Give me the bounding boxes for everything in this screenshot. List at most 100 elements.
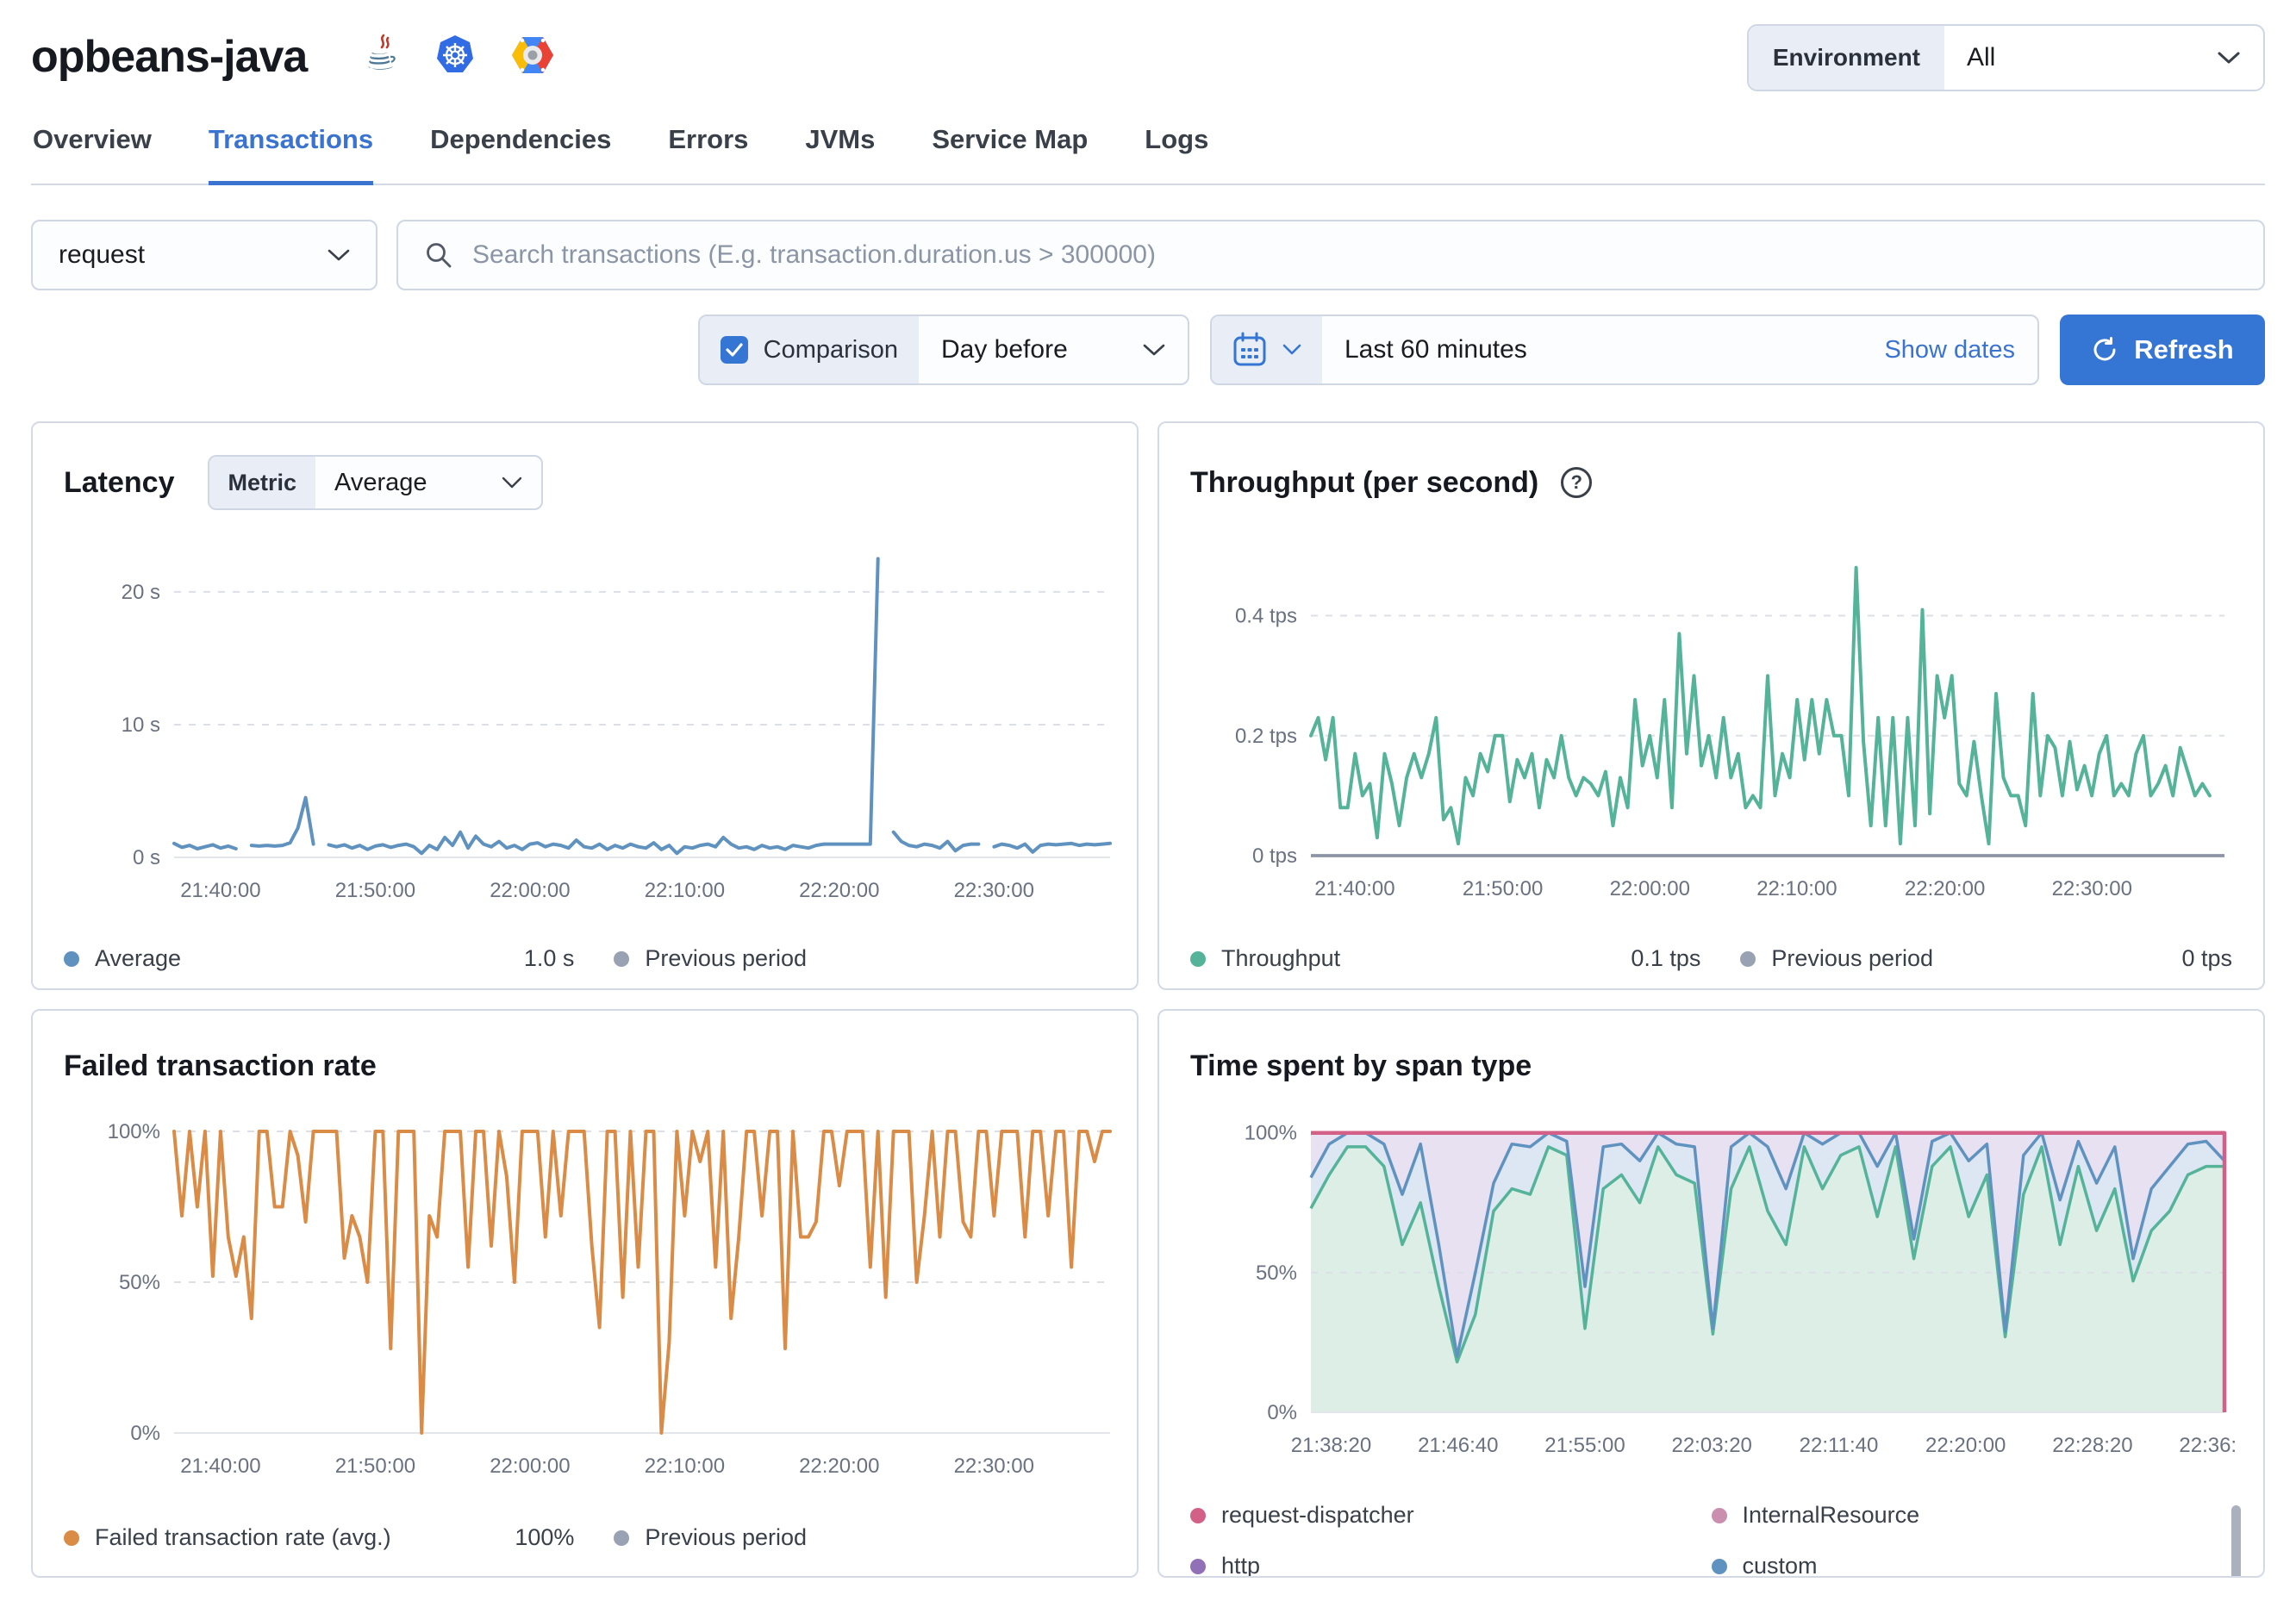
environment-value: All <box>1967 43 1996 72</box>
svg-text:22:03:20: 22:03:20 <box>1671 1434 1751 1457</box>
svg-text:20 s: 20 s <box>122 581 160 604</box>
legend-item[interactable]: Failed transaction rate (avg.) <box>64 1524 391 1551</box>
throughput-title: Throughput (per second) <box>1190 465 1539 499</box>
svg-text:22:00:00: 22:00:00 <box>490 879 570 902</box>
svg-text:21:40:00: 21:40:00 <box>180 879 260 902</box>
svg-text:22:20:00: 22:20:00 <box>799 1455 879 1478</box>
latency-chart[interactable]: 20 s 10 s 0 s 21:40:00 21:50:00 22:00:00 22:10… <box>64 525 1122 921</box>
legend-item[interactable]: request-dispatcher <box>1190 1502 1712 1529</box>
legend-item[interactable]: Previous period <box>614 1524 807 1551</box>
apm-service-page: opbeans-java Environment All Overview Tr… <box>0 0 2296 1578</box>
svg-text:50%: 50% <box>1256 1261 1297 1285</box>
refresh-button[interactable]: Refresh <box>2060 315 2265 385</box>
help-icon[interactable]: ? <box>1561 467 1593 498</box>
java-icon <box>362 34 400 81</box>
legend-item[interactable]: custom <box>1711 1553 2233 1576</box>
time-spent-legend: request-dispatcher InternalResource http… <box>1190 1502 2241 1576</box>
metric-label: Metric <box>209 457 316 508</box>
svg-text:22:10:00: 22:10:00 <box>645 1455 725 1478</box>
metric-value: Average <box>334 468 427 496</box>
refresh-label: Refresh <box>2134 334 2234 364</box>
svg-text:0%: 0% <box>1267 1401 1297 1424</box>
legend-item[interactable]: Previous period <box>1740 945 1933 972</box>
environment-label: Environment <box>1748 26 1944 90</box>
failed-rate-legend: Failed transaction rate (avg.) 100% Prev… <box>64 1524 1106 1551</box>
svg-text:22:10:00: 22:10:00 <box>1756 877 1837 900</box>
series-dot <box>614 1529 630 1546</box>
legend-item[interactable]: InternalResource <box>1711 1502 2233 1529</box>
series-dot <box>1711 1558 1727 1574</box>
page-title: opbeans-java <box>31 32 308 82</box>
series-dot <box>64 1529 79 1546</box>
tab-jvms[interactable]: JVMs <box>805 124 875 185</box>
date-picker-group: Last 60 minutes Show dates <box>1210 315 2039 385</box>
tab-overview[interactable]: Overview <box>33 124 152 185</box>
failed-rate-chart[interactable]: 100% 50% 0% 21:40:00 21:50:00 22:00:00 22:10:0… <box>64 1104 1122 1500</box>
series-dot <box>1190 1558 1206 1574</box>
transaction-search[interactable] <box>396 220 2265 290</box>
comparison-select[interactable]: Day before <box>919 316 1188 383</box>
tab-errors[interactable]: Errors <box>668 124 748 185</box>
svg-text:21:38:20: 21:38:20 <box>1291 1434 1371 1457</box>
svg-text:22:28:20: 22:28:20 <box>2052 1434 2132 1457</box>
svg-text:10 s: 10 s <box>122 713 160 737</box>
legend-item[interactable]: Throughput <box>1190 945 1340 972</box>
legend-scrollbar[interactable] <box>2231 1505 2241 1576</box>
search-input[interactable] <box>472 240 2237 270</box>
svg-text:22:10:00: 22:10:00 <box>645 879 725 902</box>
comparison-checkbox[interactable] <box>720 336 748 364</box>
chevron-down-icon <box>1282 344 1301 355</box>
chevron-down-icon <box>328 249 350 261</box>
comparison-value: Day before <box>941 335 1068 364</box>
service-tabs: Overview Transactions Dependencies Error… <box>31 124 2265 185</box>
svg-text:22:20:00: 22:20:00 <box>1925 1434 2006 1457</box>
svg-text:22:30:00: 22:30:00 <box>954 879 1034 902</box>
svg-text:100%: 100% <box>1245 1122 1297 1145</box>
tab-logs[interactable]: Logs <box>1145 124 1208 185</box>
latency-title: Latency <box>64 465 175 499</box>
svg-text:22:36:40: 22:36:40 <box>2179 1434 2235 1457</box>
transaction-type-select[interactable]: request <box>31 220 377 290</box>
svg-text:22:00:00: 22:00:00 <box>1610 877 1690 900</box>
svg-text:50%: 50% <box>119 1271 160 1294</box>
legend-value: 100% <box>515 1524 575 1550</box>
svg-text:22:00:00: 22:00:00 <box>490 1455 570 1478</box>
series-dot <box>614 950 630 967</box>
legend-value: 0.1 tps <box>1631 945 1701 971</box>
series-dot <box>64 950 79 967</box>
series-dot <box>1740 950 1756 967</box>
svg-text:21:55:00: 21:55:00 <box>1544 1434 1625 1457</box>
tab-service-map[interactable]: Service Map <box>932 124 1088 185</box>
check-icon <box>726 343 743 357</box>
legend-item[interactable]: Previous period <box>614 945 807 972</box>
kubernetes-icon <box>434 34 476 80</box>
date-picker-quick-menu[interactable] <box>1212 316 1322 383</box>
time-spent-chart[interactable]: 100% 50% 0% 21:38:20 21:46:40 21:55:00 22:03:2… <box>1190 1104 2235 1483</box>
throughput-panel: Throughput (per second) ? 0.4 tps 0.2 tps… <box>1157 421 2265 990</box>
svg-text:100%: 100% <box>108 1120 160 1143</box>
svg-text:0.2 tps: 0.2 tps <box>1235 725 1297 748</box>
latency-panel: Latency Metric Average 20 s 10 s 0 s 21:40:… <box>31 421 1139 990</box>
chevron-down-icon <box>2218 52 2240 64</box>
svg-text:22:20:00: 22:20:00 <box>799 879 879 902</box>
search-icon <box>427 243 452 268</box>
tab-dependencies[interactable]: Dependencies <box>430 124 611 185</box>
latency-metric-select[interactable]: Metric Average <box>207 455 544 510</box>
comparison-toggle[interactable]: Comparison <box>699 316 919 383</box>
environment-select[interactable]: Environment All <box>1746 24 2265 91</box>
svg-text:22:30:00: 22:30:00 <box>954 1455 1034 1478</box>
svg-text:0 tps: 0 tps <box>1252 844 1297 868</box>
svg-text:21:50:00: 21:50:00 <box>335 1455 415 1478</box>
throughput-chart[interactable]: 0.4 tps 0.2 tps 0 tps 21:40:00 21:50:00 22:00… <box>1190 525 2235 921</box>
legend-item[interactable]: http <box>1190 1553 1712 1576</box>
svg-text:0%: 0% <box>130 1422 160 1445</box>
tab-transactions[interactable]: Transactions <box>208 124 374 185</box>
legend-item[interactable]: Average <box>64 945 181 972</box>
show-dates-link[interactable]: Show dates <box>1884 336 2015 364</box>
time-range-value[interactable]: Last 60 minutes <box>1345 335 1527 364</box>
failed-rate-title: Failed transaction rate <box>64 1049 377 1082</box>
comparison-label: Comparison <box>763 335 898 364</box>
time-spent-title: Time spent by span type <box>1190 1049 1532 1082</box>
transaction-type-value: request <box>59 240 146 269</box>
svg-text:21:50:00: 21:50:00 <box>335 879 415 902</box>
